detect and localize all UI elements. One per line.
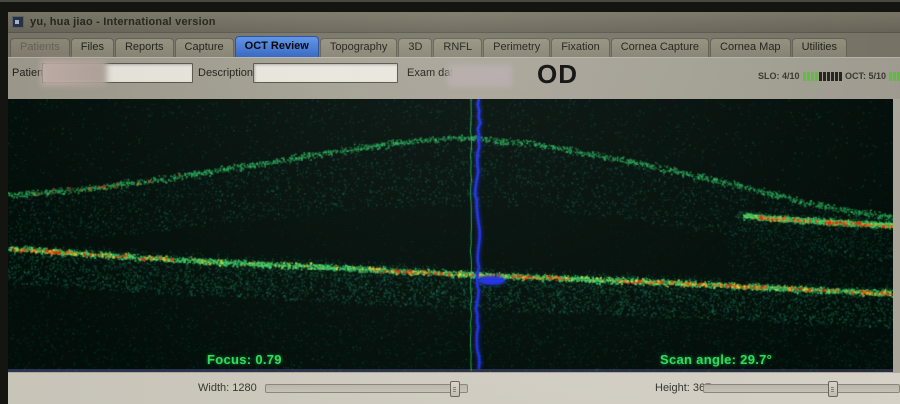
quality-bar <box>893 72 896 81</box>
quality-bar <box>811 72 814 81</box>
window-title: yu, hua jiao - International version <box>30 16 216 28</box>
slo-quality-label: SLO: 4/10 <box>758 71 800 81</box>
tab-files[interactable]: Files <box>71 38 114 57</box>
focus-readout: Focus: 0.79 <box>207 352 282 367</box>
tab-patients[interactable]: Patients <box>10 38 70 57</box>
width-slider-track[interactable] <box>265 384 468 393</box>
patient-info-bar: Patient Description Exam date OD SLO: 4/… <box>8 58 900 99</box>
quality-bar <box>803 72 806 81</box>
exam-date-redaction-blur <box>448 65 512 87</box>
oct-quality-indicator: OCT: 5/10 <box>845 71 900 81</box>
tab-fixation[interactable]: Fixation <box>551 38 610 57</box>
monitor-photo: yu, hua jiao - International version Pat… <box>0 0 900 404</box>
oct-bscan-image[interactable] <box>8 99 893 372</box>
width-slider-thumb[interactable] <box>450 381 460 397</box>
quality-bar <box>815 72 818 81</box>
description-label: Description <box>198 63 253 83</box>
slo-quality-indicator: SLO: 4/10 <box>758 71 842 81</box>
size-controls-bar: Width: 1280 Height: 367 <box>8 372 900 404</box>
quality-bar <box>827 72 830 81</box>
tab-3d[interactable]: 3D <box>398 38 432 57</box>
quality-bar <box>889 72 892 81</box>
quality-bar <box>831 72 834 81</box>
oct-bscan-view: Focus: 0.79 Scan angle: 29.7° <box>8 99 893 372</box>
eye-side-indicator: OD <box>537 59 578 90</box>
tab-utilities[interactable]: Utilities <box>792 38 847 57</box>
tab-topography[interactable]: Topography <box>320 38 398 57</box>
tab-cornea-map[interactable]: Cornea Map <box>710 38 791 57</box>
title-bar: yu, hua jiao - International version <box>8 12 900 33</box>
app-icon <box>12 16 24 28</box>
tab-perimetry[interactable]: Perimetry <box>483 38 550 57</box>
slo-quality-bars <box>803 72 842 81</box>
description-input[interactable] <box>253 63 398 83</box>
tab-cornea-capture[interactable]: Cornea Capture <box>611 38 709 57</box>
main-tab-bar: PatientsFilesReportsCaptureOCT ReviewTop… <box>8 33 900 58</box>
oct-quality-bars <box>889 72 900 81</box>
tab-capture[interactable]: Capture <box>175 38 234 57</box>
scan-angle-readout: Scan angle: 29.7° <box>660 352 772 367</box>
app-window: yu, hua jiao - International version Pat… <box>8 12 900 404</box>
tab-rnfl[interactable]: RNFL <box>433 38 482 57</box>
oct-quality-label: OCT: 5/10 <box>845 71 886 81</box>
scan-right-margin <box>893 99 900 372</box>
patient-redaction-blur <box>41 60 107 86</box>
height-slider-thumb[interactable] <box>828 381 838 397</box>
quality-bar <box>839 72 842 81</box>
width-label: Width: 1280 <box>198 382 257 394</box>
quality-bar <box>819 72 822 81</box>
quality-bar <box>835 72 838 81</box>
height-slider-track[interactable] <box>703 384 900 393</box>
tab-reports[interactable]: Reports <box>115 38 174 57</box>
quality-bar <box>823 72 826 81</box>
quality-bar <box>807 72 810 81</box>
tab-oct-review[interactable]: OCT Review <box>235 36 319 57</box>
